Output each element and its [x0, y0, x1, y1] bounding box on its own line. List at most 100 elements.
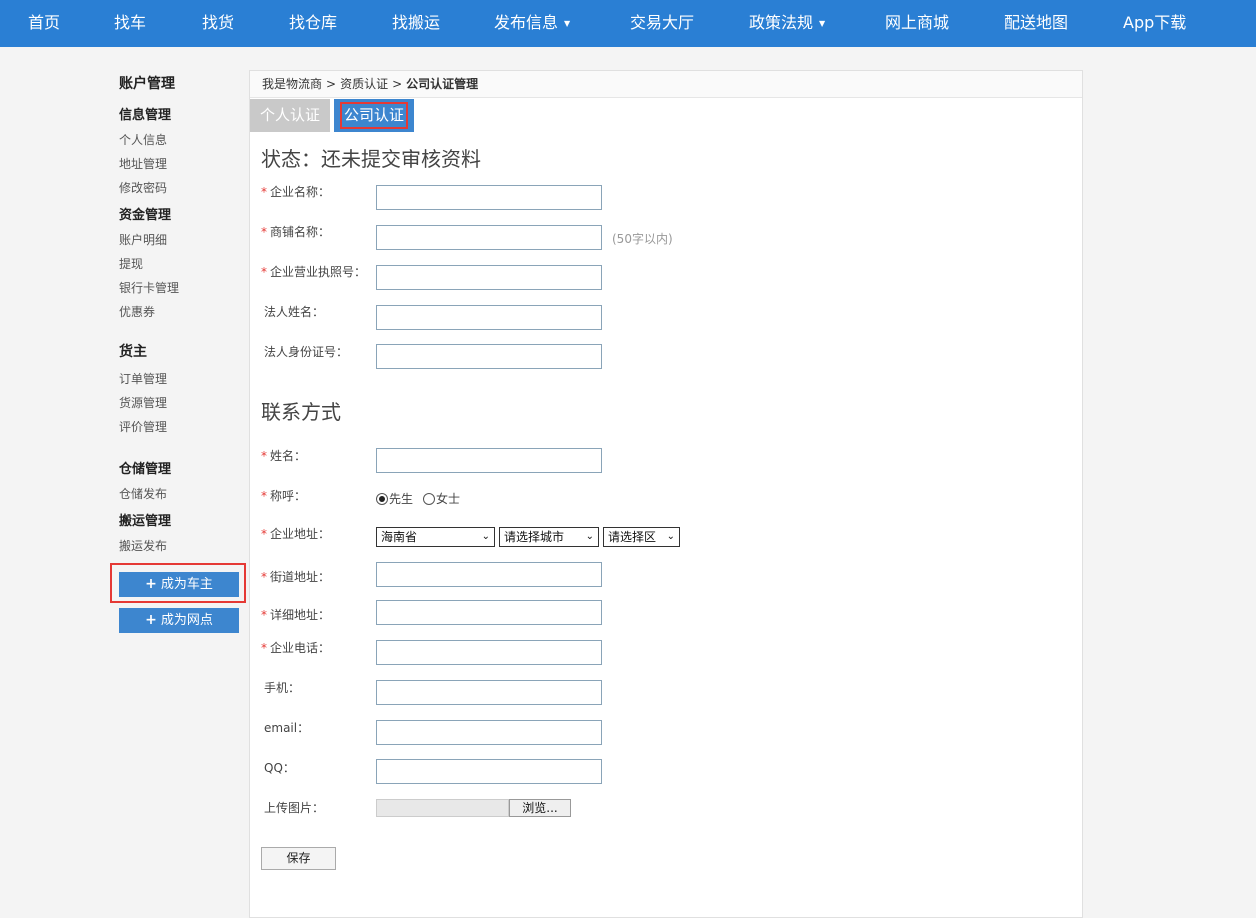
sidebar-item-reviews[interactable]: 评价管理 — [119, 418, 167, 435]
nav-delivery-map[interactable]: 配送地图 — [1004, 0, 1068, 47]
nav-label: 找搬运 — [392, 13, 441, 32]
sidebar-item-storage-publish[interactable]: 仓储发布 — [119, 485, 167, 502]
sidebar-item-orders[interactable]: 订单管理 — [119, 370, 167, 387]
nav-label: 找仓库 — [289, 13, 338, 32]
sidebar-item-password[interactable]: 修改密码 — [119, 179, 167, 196]
required-mark: * — [261, 608, 267, 622]
caret-down-icon: ▼ — [564, 19, 571, 28]
sidebar-info-title: 信息管理 — [119, 108, 172, 123]
nav-label: App下载 — [1123, 13, 1187, 32]
become-vehicle-owner-button[interactable]: + 成为车主 — [119, 572, 239, 597]
label-contact-name: * 姓名： — [261, 447, 306, 464]
chevron-down-icon: ⌄ — [585, 531, 594, 542]
legal-name-input[interactable] — [376, 305, 602, 330]
label-license-no: * 企业营业执照号： — [261, 263, 366, 280]
breadcrumb: 我是物流商 > 资质认证 > 公司认证管理 — [250, 71, 1082, 98]
plus-icon: + — [145, 612, 157, 628]
label-street: * 街道地址： — [261, 568, 330, 585]
nav-find-moving[interactable]: 找搬运 — [392, 0, 440, 47]
label-salutation: * 称呼： — [261, 487, 306, 504]
label-text: 姓名： — [270, 449, 307, 463]
nav-trading-hall[interactable]: 交易大厅 — [630, 0, 694, 47]
mobile-input[interactable] — [376, 680, 602, 705]
tab-company-certification[interactable]: 公司认证 — [334, 99, 414, 132]
sidebar-item-address[interactable]: 地址管理 — [119, 155, 167, 172]
contact-name-input[interactable] — [376, 448, 602, 473]
radio-label: 先生 — [389, 492, 414, 506]
sidebar-fund-title: 资金管理 — [119, 208, 172, 223]
sidebar-account-title: 账户管理 — [119, 76, 175, 92]
required-mark: * — [261, 527, 267, 541]
breadcrumb-item[interactable]: 我是物流商 — [262, 77, 322, 91]
province-select[interactable]: 海南省 ⌄ — [376, 527, 495, 547]
required-mark: * — [261, 265, 267, 279]
nav-policy[interactable]: 政策法规 ▼ — [749, 0, 825, 47]
plus-icon: + — [145, 576, 157, 592]
nav-publish-info[interactable]: 发布信息 ▼ — [494, 0, 570, 47]
button-label: 成为网点 — [160, 613, 213, 628]
become-outlet-button[interactable]: + 成为网点 — [119, 608, 239, 633]
sidebar: 账户管理 信息管理 个人信息 地址管理 修改密码 资金管理 账户明细 提现 银行… — [0, 47, 248, 918]
sidebar-item-personal-info[interactable]: 个人信息 — [119, 131, 167, 148]
city-select[interactable]: 请选择城市 ⌄ — [499, 527, 599, 547]
nav-find-vehicle[interactable]: 找车 — [114, 0, 146, 47]
tab-personal-certification[interactable]: 个人认证 — [250, 99, 330, 132]
legal-id-input[interactable] — [376, 344, 602, 369]
label-qq: QQ： — [264, 761, 295, 775]
radio-mr[interactable] — [376, 492, 388, 505]
salutation-radio-group: 先生 女士 — [376, 490, 470, 507]
nav-home[interactable]: 首页 — [28, 0, 60, 47]
street-input[interactable] — [376, 562, 602, 587]
nav-label: 网上商城 — [885, 13, 950, 32]
nav-label: 首页 — [28, 13, 61, 32]
top-navigation: 首页 找车 找货 找仓库 找搬运 发布信息 ▼ 交易大厅 政策法规 ▼ 网上商城 配… — [0, 0, 1256, 47]
company-name-input[interactable] — [376, 185, 602, 210]
nav-online-mall[interactable]: 网上商城 — [885, 0, 949, 47]
sidebar-item-coupons[interactable]: 优惠券 — [119, 303, 155, 320]
sidebar-item-account-details[interactable]: 账户明细 — [119, 231, 167, 248]
sidebar-item-bank-card[interactable]: 银行卡管理 — [119, 279, 179, 296]
label-text: 企业电话： — [270, 641, 331, 655]
label-email: email： — [264, 721, 310, 735]
nav-label: 交易大厅 — [630, 13, 695, 32]
shop-name-input[interactable] — [376, 225, 602, 250]
nav-app-download[interactable]: App下载 — [1123, 0, 1186, 47]
radio-label: 女士 — [436, 492, 461, 506]
required-mark: * — [261, 641, 267, 655]
label-detail-address: * 详细地址： — [261, 606, 330, 623]
sidebar-item-cargo-sources[interactable]: 货源管理 — [119, 394, 167, 411]
caret-down-icon: ▼ — [819, 19, 826, 28]
label-legal-id: 法人身份证号： — [264, 345, 349, 359]
license-no-input[interactable] — [376, 265, 602, 290]
save-button[interactable]: 保存 — [261, 847, 336, 870]
sidebar-item-moving-publish[interactable]: 搬运发布 — [119, 537, 167, 554]
nav-find-cargo[interactable]: 找货 — [202, 0, 234, 47]
label-text: 企业地址： — [270, 527, 331, 541]
required-mark: * — [261, 570, 267, 584]
label-legal-name: 法人姓名： — [264, 305, 325, 319]
chevron-down-icon: ⌄ — [481, 531, 490, 542]
nav-label: 发布信息 — [494, 13, 559, 32]
radio-ms[interactable] — [423, 492, 436, 505]
detail-address-input[interactable] — [376, 600, 602, 625]
select-value: 请选择城市 — [504, 530, 565, 544]
district-select[interactable]: 请选择区 ⌄ — [603, 527, 680, 547]
breadcrumb-item[interactable]: 资质认证 — [340, 77, 388, 91]
label-shop-name: * 商铺名称： — [261, 223, 330, 240]
nav-find-warehouse[interactable]: 找仓库 — [289, 0, 337, 47]
browse-button[interactable]: 浏览... — [509, 799, 571, 817]
label-mobile: 手机： — [264, 681, 301, 695]
company-phone-input[interactable] — [376, 640, 602, 665]
email-input[interactable] — [376, 720, 602, 745]
status-title: 状态：还未提交审核资料 — [261, 147, 481, 171]
label-text: 商铺名称： — [270, 225, 331, 239]
button-label: 成为车主 — [160, 577, 213, 592]
nav-label: 政策法规 — [749, 13, 814, 32]
breadcrumb-current: 公司认证管理 — [406, 77, 479, 91]
chevron-down-icon: ⌄ — [666, 531, 675, 542]
qq-input[interactable] — [376, 759, 602, 784]
label-company-phone: * 企业电话： — [261, 639, 330, 656]
sidebar-item-withdraw[interactable]: 提现 — [119, 255, 143, 272]
upload-file-field[interactable] — [376, 799, 509, 817]
breadcrumb-separator: > — [326, 77, 337, 91]
